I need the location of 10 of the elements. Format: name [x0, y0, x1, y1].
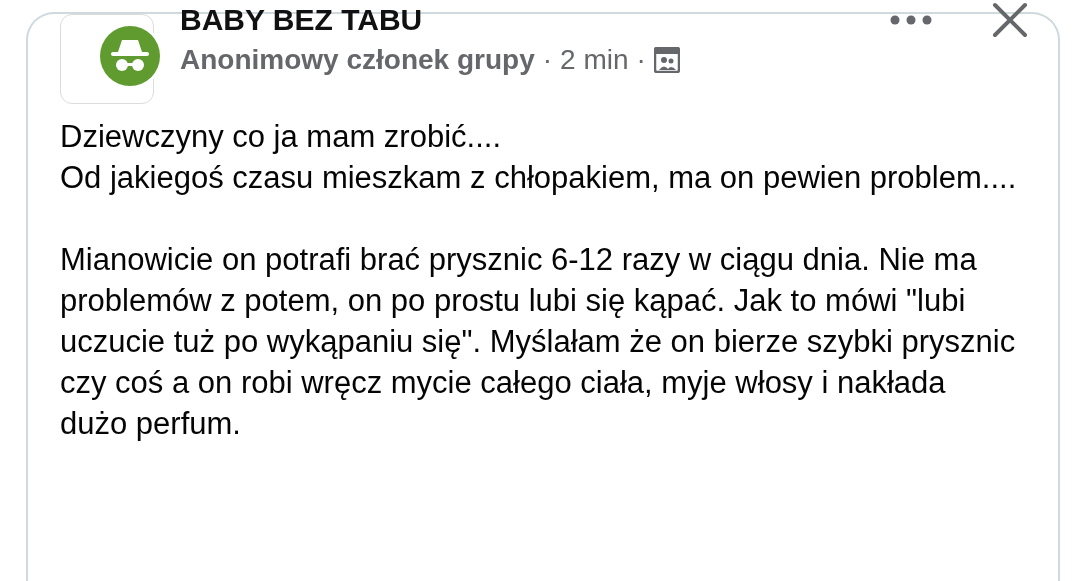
separator: ·	[542, 44, 553, 76]
author-name[interactable]: Anonimowy członek grupy	[180, 44, 535, 76]
post-text: Dziewczyny co ja mam zrobić.... Od jakiegoś czasu mieszkam z chłopakiem, ma on pewien problem....	[60, 118, 1018, 197]
separator: ·	[636, 44, 646, 76]
group-members-icon	[653, 47, 680, 73]
group-name[interactable]: BABY BEZ TABU	[180, 2, 870, 38]
post-text: Mianowicie on potrafi brać prysznic 6-12 razy w ciągu dnia. Nie ma problemów z potem, on po prostu lubi się kąpać. Jak to mówi "lubi uczucie tuż po wykąpaniu się". Myślałam że on bierze szybki prysznic czy coś a on robi wręcz mycie całego ciała, myje włosy i nakłada dużo perfum.	[60, 241, 1017, 443]
more-options-icon[interactable]	[890, 15, 932, 25]
post-time[interactable]: 2 min	[560, 44, 629, 76]
close-icon[interactable]	[992, 2, 1028, 38]
